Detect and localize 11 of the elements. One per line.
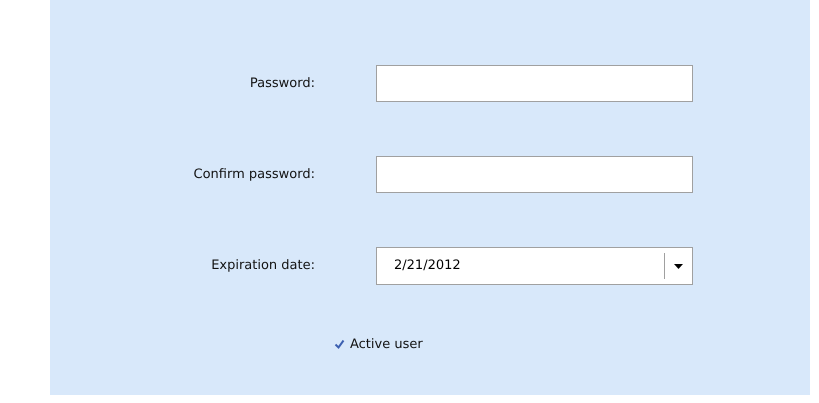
check-icon: [334, 339, 345, 350]
checkbox-label: Active user: [350, 336, 423, 354]
field-label: Expiration date:: [210, 257, 315, 276]
password-field[interactable]: [376, 156, 693, 193]
dropdown-arrow-icon[interactable]: [674, 264, 683, 268]
field-label: Confirm password:: [192, 166, 315, 184]
field-label: Password:: [248, 74, 315, 93]
date-picker[interactable]: 2/21/2012: [376, 247, 693, 285]
checkbox[interactable]: [333, 338, 346, 352]
date-value: 2/21/2012: [394, 257, 462, 276]
password-field[interactable]: [376, 65, 693, 102]
